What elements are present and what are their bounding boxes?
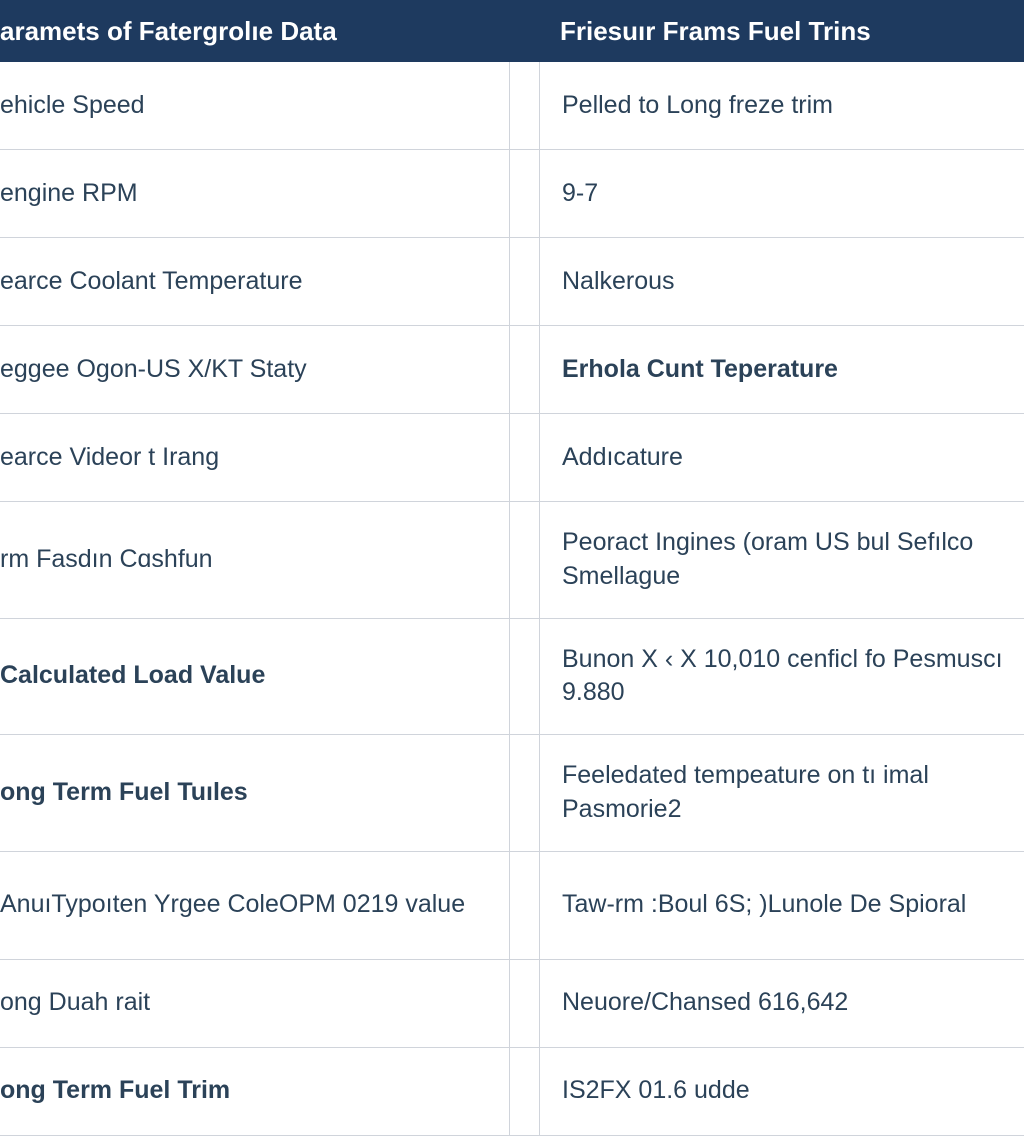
cell-left: AnuıTypoıten Yrgee ColeOPM 0219 value	[0, 852, 510, 959]
cell-spacer	[510, 1048, 540, 1135]
cell-right: Bunon X ‹ X 10,010 cenficl fo Pesmuscı 9…	[540, 619, 1024, 735]
cell-left: Calculated Load Value	[0, 619, 510, 735]
table-row: earce Videor t Irang Addıcature	[0, 414, 1024, 502]
cell-right-text: Neuore/Chansed 616,642	[562, 986, 848, 1020]
cell-left-text: eggee Oɡon-US X/KT Staty	[0, 353, 307, 387]
cell-left-text: earce Videor t Irang	[0, 441, 219, 475]
cell-left: earce Videor t Irang	[0, 414, 510, 501]
cell-left: eggee Oɡon-US X/KT Staty	[0, 326, 510, 413]
cell-right-text: 9-7	[562, 177, 598, 211]
data-table: aramets of Fatergrolıe Data Friesuır Fra…	[0, 0, 1024, 1024]
cell-left-text: AnuıTypoıten Yrgee ColeOPM 0219 value	[0, 888, 465, 922]
cell-right: 9-7	[540, 150, 1024, 237]
table-row: Calculated Load Value Bunon X ‹ X 10,010…	[0, 619, 1024, 736]
cell-right: Nalkerous	[540, 238, 1024, 325]
cell-right: IS2FX 01.6 udde	[540, 1048, 1024, 1135]
cell-right: Addıcature	[540, 414, 1024, 501]
cell-right: Erhola Cunt Teperature	[540, 326, 1024, 413]
cell-right-text: Erhola Cunt Teperature	[562, 353, 838, 387]
table-row: AnuıTypoıten Yrgee ColeOPM 0219 value Ta…	[0, 852, 1024, 960]
header-right: Friesuır Frams Fuel Trins	[510, 0, 1024, 62]
header-left: aramets of Fatergrolıe Data	[0, 0, 510, 62]
cell-left: engine RPM	[0, 150, 510, 237]
header-left-text: aramets of Fatergrolıe Data	[0, 16, 337, 47]
cell-left: ong Term Fuel Tuıles	[0, 735, 510, 851]
cell-right-text: Peoract Ingines (oram US bul Sefılco Sme…	[562, 526, 1012, 594]
cell-left-text: ong Duah rait	[0, 986, 150, 1020]
cell-left-text: ong Term Fuel Trim	[0, 1074, 230, 1108]
cell-left: rm Fasdın Cɑshfun	[0, 502, 510, 618]
cell-right-text: Addıcature	[562, 441, 683, 475]
table-row: rm Fasdın Cɑshfun Peoract Ingines (oram …	[0, 502, 1024, 619]
cell-right: Pelled to Long freze trim	[540, 62, 1024, 149]
cell-right: Taw-rm :Boul 6S; )Lunole De Spioral	[540, 852, 1024, 959]
cell-right-text: Bunon X ‹ X 10,010 cenficl fo Pesmuscı 9…	[562, 643, 1012, 711]
cell-left: earce Coolant Temperature	[0, 238, 510, 325]
table-row: ehicle Speed Pelled to Long freze trim	[0, 62, 1024, 150]
cell-left-text: Calculated Load Value	[0, 659, 265, 693]
cell-left-text: ehicle Speed	[0, 89, 145, 123]
cell-spacer	[510, 852, 540, 959]
cell-right-text: IS2FX 01.6 udde	[562, 1074, 750, 1108]
table-row: ong Term Fuel Tuıles Feeledated tempeatu…	[0, 735, 1024, 852]
cell-spacer	[510, 62, 540, 149]
cell-right: Feeledated tempeature on tı imal Pasmori…	[540, 735, 1024, 851]
cell-spacer	[510, 326, 540, 413]
cell-left: ong Duah rait	[0, 960, 510, 1047]
table-row: ong Duah rait Neuore/Chansed 616,642	[0, 960, 1024, 1048]
cell-spacer	[510, 619, 540, 735]
cell-spacer	[510, 960, 540, 1047]
cell-right: Peoract Ingines (oram US bul Sefılco Sme…	[540, 502, 1024, 618]
cell-right-text: Pelled to Long freze trim	[562, 89, 833, 123]
cell-left: ehicle Speed	[0, 62, 510, 149]
cell-right-text: Nalkerous	[562, 265, 675, 299]
cell-right: Neuore/Chansed 616,642	[540, 960, 1024, 1047]
cell-spacer	[510, 414, 540, 501]
cell-left: ong Term Fuel Trim	[0, 1048, 510, 1135]
table-row: earce Coolant Temperature Nalkerous	[0, 238, 1024, 326]
cell-spacer	[510, 735, 540, 851]
cell-right-text: Taw-rm :Boul 6S; )Lunole De Spioral	[562, 888, 966, 922]
table-row: eggee Oɡon-US X/KT Staty Erhola Cunt Tep…	[0, 326, 1024, 414]
cell-left-text: earce Coolant Temperature	[0, 265, 303, 299]
header-right-text: Friesuır Frams Fuel Trins	[560, 16, 871, 47]
cell-left-text: rm Fasdın Cɑshfun	[0, 543, 213, 577]
cell-spacer	[510, 502, 540, 618]
table-row: engine RPM 9-7	[0, 150, 1024, 238]
table-header-row: aramets of Fatergrolıe Data Friesuır Fra…	[0, 0, 1024, 62]
cell-right-text: Feeledated tempeature on tı imal Pasmori…	[562, 759, 1012, 827]
cell-spacer	[510, 238, 540, 325]
table-row: ong Term Fuel Trim IS2FX 01.6 udde	[0, 1048, 1024, 1136]
cell-left-text: engine RPM	[0, 177, 138, 211]
cell-spacer	[510, 150, 540, 237]
cell-left-text: ong Term Fuel Tuıles	[0, 776, 248, 810]
